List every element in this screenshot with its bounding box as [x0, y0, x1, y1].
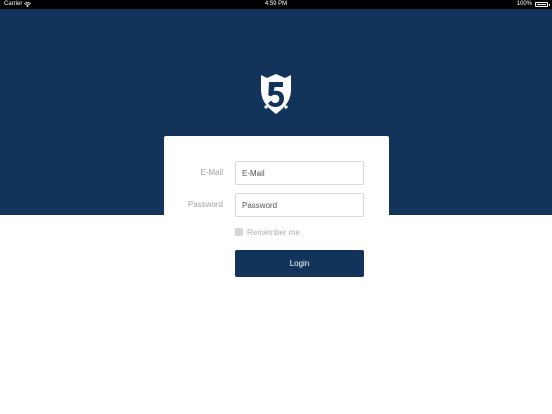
- login-card: E-Mail Password Remember me Login: [164, 136, 389, 296]
- battery-icon: [535, 2, 550, 7]
- battery-percent: 100%: [516, 1, 532, 7]
- email-field[interactable]: [235, 161, 364, 185]
- remember-me-label[interactable]: Remember me: [247, 228, 300, 237]
- remember-me-checkbox[interactable]: [235, 228, 243, 236]
- password-field[interactable]: [235, 193, 364, 217]
- shield-5-logo-icon: [261, 74, 291, 114]
- battery-fill: [537, 4, 546, 5]
- status-bar: Carrier 4:59 PM 100%: [0, 0, 552, 9]
- email-label: E-Mail: [200, 168, 223, 177]
- status-time: 4:59 PM: [264, 1, 288, 7]
- email-row: E-Mail: [164, 161, 389, 185]
- password-row: Password: [164, 193, 389, 217]
- password-label: Password: [187, 200, 223, 209]
- login-button[interactable]: Login: [235, 250, 364, 277]
- remember-me-row[interactable]: Remember me: [235, 227, 300, 237]
- status-right: 100%: [516, 0, 550, 9]
